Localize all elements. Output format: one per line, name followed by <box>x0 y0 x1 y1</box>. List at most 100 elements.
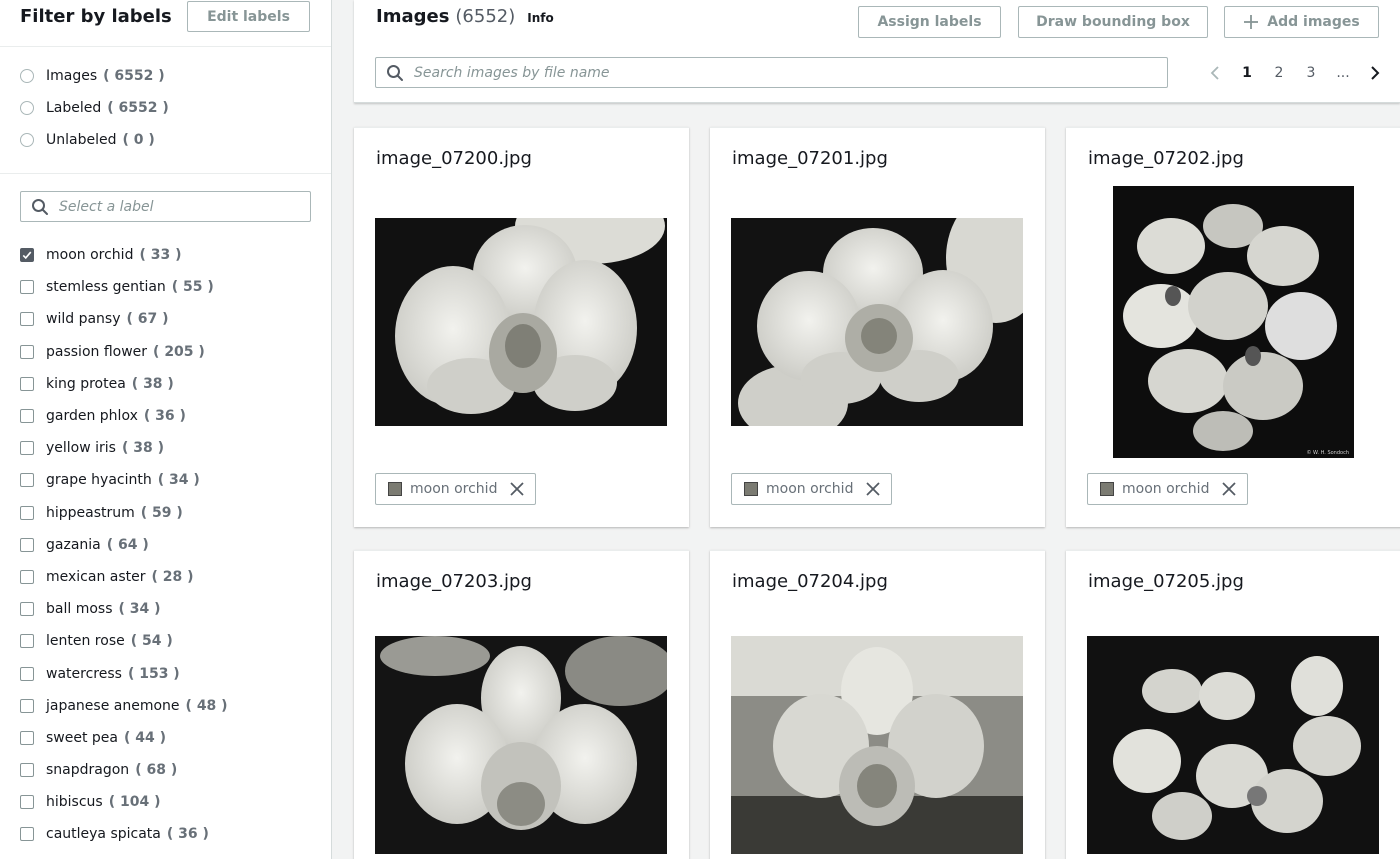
label-option[interactable]: gazania ( 64 ) <box>20 529 320 561</box>
label-option-text: garden phlox <box>46 408 138 425</box>
image-card[interactable]: image_07200.jpg moon orchid <box>354 127 689 527</box>
page-title-text: Images <box>376 6 450 27</box>
image-thumbnail[interactable] <box>1087 636 1379 854</box>
image-card[interactable]: image_07204.jpg <box>710 550 1045 859</box>
image-thumbnail[interactable] <box>731 218 1023 426</box>
label-option[interactable]: japanese anemone ( 48 ) <box>20 690 320 722</box>
label-option[interactable]: moon orchid ( 33 ) <box>20 239 320 271</box>
label-option[interactable]: sweet pea ( 44 ) <box>20 722 320 754</box>
label-option-count: ( 28 ) <box>151 568 194 585</box>
close-icon[interactable] <box>1221 481 1237 497</box>
orchid-photo <box>731 636 1023 854</box>
image-thumbnail[interactable] <box>731 636 1023 854</box>
checkbox[interactable] <box>20 730 34 745</box>
image-thumbnail[interactable]: © W. H. Sondoch <box>1113 186 1354 458</box>
label-option[interactable]: yellow iris ( 38 ) <box>20 432 320 464</box>
label-option[interactable]: mexican aster ( 28 ) <box>20 561 320 593</box>
previous-page-button[interactable] <box>1199 65 1231 81</box>
page-2-button[interactable]: 2 <box>1263 65 1295 81</box>
label-option-count: ( 67 ) <box>126 311 169 328</box>
checkbox[interactable] <box>20 602 34 617</box>
checkbox[interactable] <box>20 698 34 713</box>
filter-label: Images <box>46 68 98 84</box>
checkbox-checked[interactable] <box>20 248 34 263</box>
next-page-button[interactable] <box>1359 65 1391 81</box>
label-option[interactable]: passion flower ( 205 ) <box>20 336 320 368</box>
image-card[interactable]: image_07202.jpg © W. H. Sondoch moon orc… <box>1066 127 1400 527</box>
label-option[interactable]: stemless gentian ( 55 ) <box>20 271 320 303</box>
image-search-placeholder: Search images by file name <box>414 64 610 81</box>
label-option-count: ( 36 ) <box>143 408 186 425</box>
filter-radio-unlabeled[interactable]: Unlabeled ( 0 ) <box>20 130 155 150</box>
image-thumbnail[interactable] <box>375 218 667 426</box>
label-option-count: ( 34 ) <box>118 601 161 618</box>
label-option[interactable]: snapdragon ( 68 ) <box>20 754 320 786</box>
label-option-text: grape hyacinth <box>46 472 152 489</box>
checkbox[interactable] <box>20 537 34 552</box>
checkbox[interactable] <box>20 827 34 842</box>
image-card[interactable]: image_07205.jpg <box>1066 550 1400 859</box>
image-card[interactable]: image_07203.jpg <box>354 550 689 859</box>
checkbox[interactable] <box>20 666 34 681</box>
checkbox[interactable] <box>20 312 34 327</box>
checkbox[interactable] <box>20 441 34 456</box>
image-card[interactable]: image_07201.jpg moon orchid <box>710 127 1045 527</box>
checkbox[interactable] <box>20 795 34 810</box>
radio-button[interactable] <box>20 133 34 147</box>
checkbox[interactable] <box>20 763 34 778</box>
add-images-button[interactable]: Add images <box>1224 6 1379 38</box>
filter-count: ( 0 ) <box>122 132 155 148</box>
label-option-text: sweet pea <box>46 729 118 746</box>
radio-button[interactable] <box>20 101 34 115</box>
checkbox[interactable] <box>20 409 34 424</box>
edit-labels-button[interactable]: Edit labels <box>187 1 310 32</box>
image-filename: image_07203.jpg <box>376 571 532 592</box>
label-search-placeholder: Select a label <box>59 198 154 215</box>
label-option-count: ( 48 ) <box>185 697 228 714</box>
image-filename: image_07200.jpg <box>376 148 532 169</box>
label-option[interactable]: king protea ( 38 ) <box>20 368 320 400</box>
checkbox[interactable] <box>20 280 34 295</box>
info-link[interactable]: Info <box>527 11 553 25</box>
assign-labels-button[interactable]: Assign labels <box>858 6 1001 38</box>
label-option[interactable]: grape hyacinth ( 34 ) <box>20 464 320 496</box>
label-search-input[interactable]: Select a label <box>20 191 311 222</box>
checkbox[interactable] <box>20 473 34 488</box>
sidebar-divider <box>0 173 331 174</box>
sidebar-title: Filter by labels <box>20 6 172 27</box>
label-option[interactable]: cautleya spicata ( 36 ) <box>20 818 320 850</box>
label-option-count: ( 68 ) <box>135 762 178 779</box>
filter-count: ( 6552 ) <box>103 68 165 84</box>
label-option-count: ( 34 ) <box>157 472 200 489</box>
label-option[interactable]: lenten rose ( 54 ) <box>20 625 320 657</box>
page-3-button[interactable]: 3 <box>1295 65 1327 81</box>
label-option[interactable]: watercress ( 153 ) <box>20 657 320 689</box>
label-option[interactable]: hibiscus ( 104 ) <box>20 786 320 818</box>
label-option-text: king protea <box>46 375 126 392</box>
orchid-photo <box>375 218 667 426</box>
label-option-text: ball moss <box>46 601 113 618</box>
close-icon[interactable] <box>509 481 525 497</box>
page-1-button[interactable]: 1 <box>1231 65 1263 81</box>
label-option-count: ( 59 ) <box>140 504 183 521</box>
label-option-text: watercress <box>46 665 122 682</box>
label-option[interactable]: garden phlox ( 36 ) <box>20 400 320 432</box>
checkbox[interactable] <box>20 344 34 359</box>
radio-button[interactable] <box>20 69 34 83</box>
draw-bounding-box-button[interactable]: Draw bounding box <box>1018 6 1208 38</box>
image-thumbnail[interactable] <box>375 636 667 854</box>
filter-radio-images[interactable]: Images ( 6552 ) <box>20 66 165 86</box>
image-filename: image_07205.jpg <box>1088 571 1244 592</box>
checkbox[interactable] <box>20 634 34 649</box>
label-option[interactable]: ball moss ( 34 ) <box>20 593 320 625</box>
checkbox[interactable] <box>20 569 34 584</box>
label-option-text: japanese anemone <box>46 697 180 714</box>
label-option[interactable]: wild pansy ( 67 ) <box>20 303 320 335</box>
checkbox[interactable] <box>20 505 34 520</box>
close-icon[interactable] <box>865 481 881 497</box>
label-option[interactable]: hippeastrum ( 59 ) <box>20 497 320 529</box>
plus-icon <box>1244 15 1259 29</box>
image-search-input[interactable]: Search images by file name <box>375 57 1168 88</box>
checkbox[interactable] <box>20 376 34 391</box>
filter-radio-labeled[interactable]: Labeled ( 6552 ) <box>20 98 169 118</box>
